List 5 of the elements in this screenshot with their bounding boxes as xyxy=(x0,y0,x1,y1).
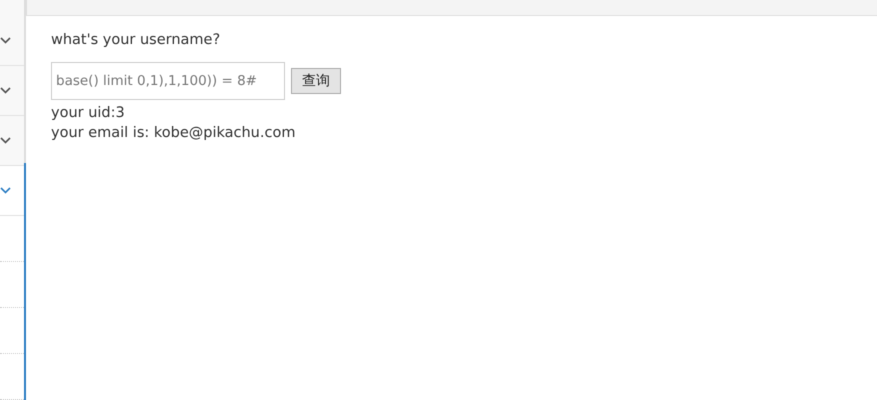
query-button[interactable]: 查询 xyxy=(291,68,341,94)
result-text: your uid:3 xyxy=(51,104,126,123)
result-text: your email is: kobe@pikachu.com xyxy=(51,124,296,143)
username-field[interactable]: base() limit 0,1),1,100)) = 8# xyxy=(51,62,285,100)
username-prompt: what's your username? xyxy=(51,31,222,50)
